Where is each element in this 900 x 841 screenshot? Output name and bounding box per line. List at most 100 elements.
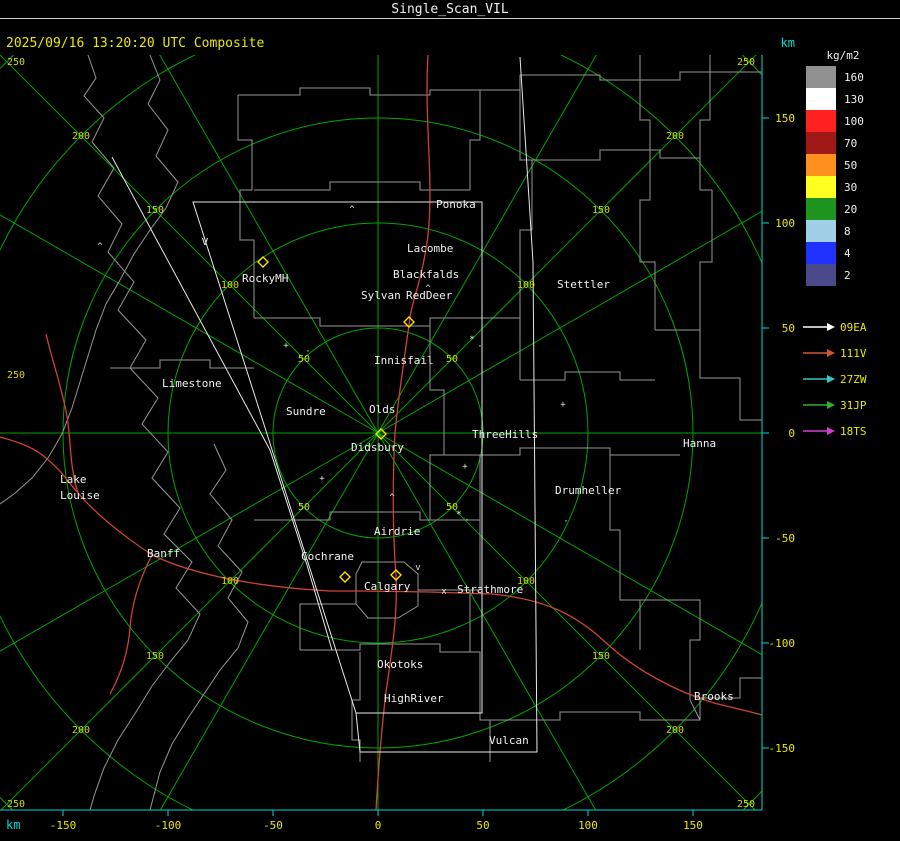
city-label-calgary: Calgary bbox=[364, 580, 411, 593]
boundary-path bbox=[351, 652, 361, 762]
town-marker: x bbox=[441, 587, 447, 597]
town-marker: ^ bbox=[97, 242, 103, 252]
city-label-highriver: HighRiver bbox=[384, 692, 444, 705]
scale-entry-4: 4 bbox=[806, 242, 864, 264]
range-label-200: 200 bbox=[666, 725, 684, 736]
city-label-cochrane: Cochrane bbox=[301, 550, 354, 563]
scale-swatch bbox=[806, 110, 836, 132]
scale-value: 4 bbox=[844, 246, 851, 260]
boundary-path bbox=[254, 317, 520, 327]
town-marker: · bbox=[563, 517, 568, 527]
site-arrow-icon bbox=[803, 375, 835, 383]
site-id: 31JP bbox=[840, 398, 867, 412]
city-label-rockymh: RockyMH bbox=[242, 272, 288, 285]
scale-swatch bbox=[806, 220, 836, 242]
range-label-200: 200 bbox=[72, 725, 90, 736]
scale-swatch bbox=[806, 154, 836, 176]
city-label-sylvan: Sylvan bbox=[361, 289, 401, 302]
range-label-250: 250 bbox=[737, 57, 755, 68]
town-marker: + bbox=[319, 474, 325, 484]
scale-value: 30 bbox=[844, 180, 858, 194]
scale-entry-30: 30 bbox=[806, 176, 864, 198]
town-marker: + bbox=[560, 400, 566, 410]
range-label-250: 250 bbox=[737, 799, 755, 810]
city-label-brooks: Brooks bbox=[694, 690, 734, 703]
site-legend-row-09EA: 09EA bbox=[802, 314, 867, 340]
city-label-banff: Banff bbox=[147, 547, 180, 560]
town-marker: · bbox=[464, 516, 469, 526]
city-label-innisfail: Innisfail bbox=[374, 354, 434, 367]
scale-entry-50: 50 bbox=[806, 154, 864, 176]
scale-entry-20: 20 bbox=[806, 198, 864, 220]
boundary-path bbox=[639, 55, 656, 330]
range-label-250: 250 bbox=[7, 57, 25, 68]
boundary-path bbox=[620, 599, 701, 721]
scale-value: 130 bbox=[844, 92, 864, 106]
site-id: 09EA bbox=[840, 320, 867, 334]
azimuth-spoke-120 bbox=[377, 432, 762, 656]
site-arrow-icon bbox=[803, 427, 835, 435]
boundary-path bbox=[300, 643, 470, 653]
radar-application-window: Single_Scan_VIL 2025/09/16 13:20:20 UTC … bbox=[0, 0, 900, 841]
city-label-drumheller: Drumheller bbox=[555, 484, 622, 497]
bottom-tick-label: 100 bbox=[578, 819, 598, 832]
city-label-strathmore: Strathmore bbox=[457, 583, 523, 596]
scale-swatch bbox=[806, 88, 836, 110]
site-arrow-icon bbox=[803, 349, 835, 357]
scale-value: 50 bbox=[844, 158, 858, 172]
town-marker: · bbox=[305, 347, 310, 357]
right-tick-label: 100 bbox=[775, 217, 795, 230]
scale-value: 70 bbox=[844, 136, 858, 150]
scale-entry-70: 70 bbox=[806, 132, 864, 154]
site-legend: 09EA 111V 27ZW 31JP 18TS bbox=[802, 314, 867, 444]
right-tick-label: 50 bbox=[782, 322, 795, 335]
range-label-200: 200 bbox=[666, 131, 684, 142]
site-legend-row-31JP: 31JP bbox=[802, 392, 867, 418]
range-label-150: 150 bbox=[592, 651, 610, 662]
site-legend-row-18TS: 18TS bbox=[802, 418, 867, 444]
right-tick-label: -150 bbox=[769, 742, 796, 755]
city-label-vulcan: Vulcan bbox=[489, 734, 529, 747]
radar-site-marker bbox=[339, 571, 351, 583]
scale-swatch bbox=[806, 264, 836, 286]
town-marker: + bbox=[462, 462, 468, 472]
scale-entry-160: 160 bbox=[806, 66, 864, 88]
scale-value: 2 bbox=[844, 268, 851, 282]
site-legend-row-27ZW: 27ZW bbox=[802, 366, 867, 392]
city-label-lacombe: Lacombe bbox=[407, 242, 453, 255]
bottom-tick-label: -50 bbox=[263, 819, 283, 832]
range-label-200: 200 bbox=[72, 131, 90, 142]
city-label-lake: Lake bbox=[60, 473, 87, 486]
range-label-250: 250 bbox=[7, 370, 25, 381]
color-scale: 160 130 100 70 50 30 20 8 4 2 bbox=[806, 66, 864, 286]
site-id: 27ZW bbox=[840, 372, 867, 386]
range-label-250: 250 bbox=[7, 799, 25, 810]
scale-swatch bbox=[806, 132, 836, 154]
azimuth-spoke-225 bbox=[0, 432, 379, 810]
city-label-stettler: Stettler bbox=[557, 278, 610, 291]
range-label-50: 50 bbox=[446, 354, 458, 365]
range-label-100: 100 bbox=[221, 280, 239, 291]
boundary-path bbox=[110, 359, 254, 369]
range-label-100: 100 bbox=[517, 280, 535, 291]
boundary-path bbox=[469, 90, 481, 190]
highway-93-north bbox=[45, 333, 79, 494]
radar-display: Single_Scan_VIL 2025/09/16 13:20:20 UTC … bbox=[0, 2, 900, 832]
town-marker: ^ bbox=[389, 493, 395, 503]
scale-entry-100: 100 bbox=[806, 110, 864, 132]
range-label-50: 50 bbox=[298, 502, 310, 513]
city-label-louise: Louise bbox=[60, 489, 100, 502]
city-label-hanna: Hanna bbox=[683, 437, 716, 450]
town-marker: v bbox=[415, 563, 420, 573]
town-marker: ^ bbox=[349, 205, 355, 215]
city-label-airdrie: Airdrie bbox=[374, 525, 420, 538]
boundary-path bbox=[655, 329, 762, 421]
window-title: Single_Scan_VIL bbox=[391, 2, 509, 17]
right-tick-label: -50 bbox=[775, 532, 795, 545]
scale-unit-label: kg/m2 bbox=[826, 49, 859, 62]
boundary-path bbox=[238, 71, 762, 96]
boundary-path bbox=[0, 55, 179, 505]
boundary-path bbox=[254, 181, 470, 191]
scale-value: 8 bbox=[844, 224, 851, 238]
bottom-tick-label: -150 bbox=[50, 819, 77, 832]
